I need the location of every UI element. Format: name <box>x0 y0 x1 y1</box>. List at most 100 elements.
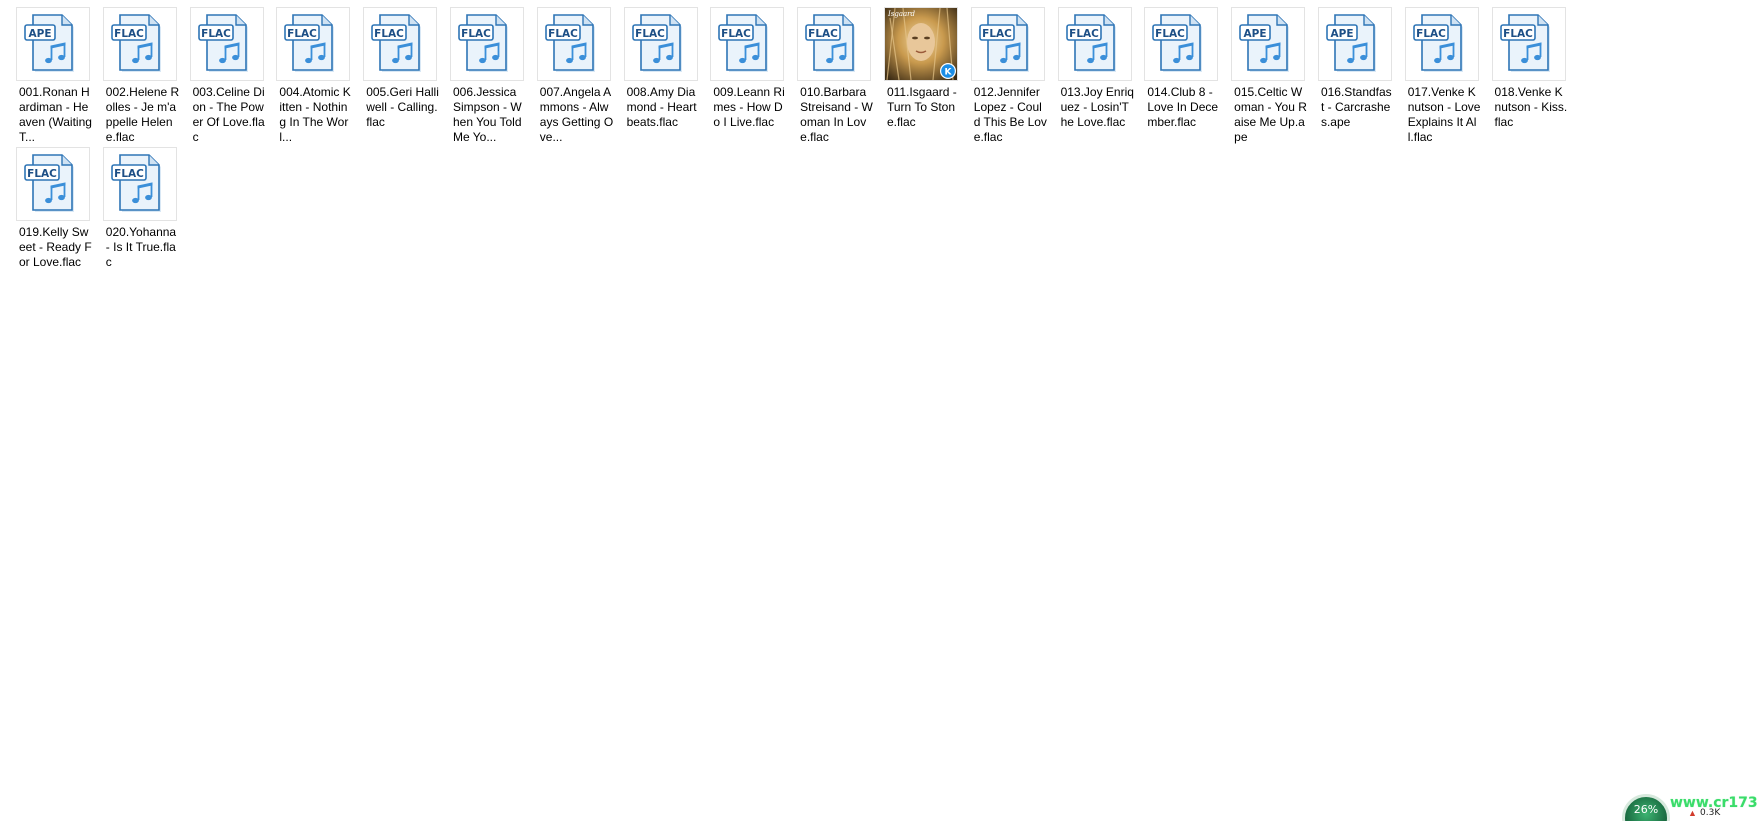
file-thumbnail[interactable]: FLAC <box>276 7 351 81</box>
file-thumbnail[interactable]: FLAC <box>363 7 438 81</box>
file-type-label: FLAC <box>722 28 752 40</box>
file-item[interactable]: FLAC 007.Angela Ammons - Always Getting O… <box>536 7 622 147</box>
file-item[interactable]: FLAC 014.Club 8 - Love In December.flac <box>1143 7 1229 147</box>
file-type-label: FLAC <box>461 28 491 40</box>
file-thumbnail[interactable]: FLAC <box>1057 7 1132 81</box>
file-thumbnail[interactable]: FLAC <box>536 7 611 81</box>
flac-file-icon: FLAC <box>1152 14 1203 72</box>
file-item[interactable]: Isgaard K 011.Isgaard - Turn To Stone.flac <box>883 7 969 147</box>
file-thumbnail[interactable]: FLAC <box>1144 7 1219 81</box>
file-type-label: FLAC <box>201 28 231 40</box>
svg-text:K: K <box>944 68 952 78</box>
file-type-label: FLAC <box>114 168 144 180</box>
file-type-label: FLAC <box>114 28 144 40</box>
memory-gauge-icon[interactable]: 26% <box>1622 794 1670 821</box>
file-type-label: FLAC <box>374 28 404 40</box>
file-name-label[interactable]: 010.Barbara Streisand - Woman In Love.fl… <box>796 85 878 145</box>
file-type-label: FLAC <box>1156 28 1186 40</box>
file-explorer-view: APE 001.Ronan Hardiman - Heaven (Waiting … <box>0 0 1758 821</box>
file-item[interactable]: FLAC 004.Atomic Kitten - Nothing In The W… <box>275 7 361 147</box>
flac-file-icon: FLAC <box>110 154 161 212</box>
file-thumbnail[interactable]: APE <box>16 7 90 81</box>
file-item[interactable]: FLAC 013.Joy Enriquez - Losin'The Love.fl… <box>1057 7 1143 147</box>
file-item[interactable]: FLAC 005.Geri Halliwell - Calling.flac <box>362 7 448 147</box>
file-name-label[interactable]: 015.Celtic Woman - You Raise Me Up.ape <box>1230 85 1312 145</box>
file-type-label: FLAC <box>1416 28 1446 40</box>
flac-file-icon: FLAC <box>1065 14 1116 72</box>
file-item[interactable]: FLAC 010.Barbara Streisand - Woman In Lov… <box>796 7 882 147</box>
file-type-label: FLAC <box>548 28 578 40</box>
flac-file-icon: FLAC <box>1499 14 1550 72</box>
file-thumbnail[interactable]: FLAC <box>449 7 524 81</box>
album-cover-image: Isgaard K <box>884 8 957 80</box>
flac-file-icon: FLAC <box>284 14 335 72</box>
file-thumbnail[interactable]: APE <box>1317 7 1392 81</box>
file-thumbnail[interactable]: FLAC <box>102 147 177 221</box>
file-name-label[interactable]: 007.Angela Ammons - Always Getting Ove..… <box>536 85 618 145</box>
flac-file-icon: FLAC <box>978 14 1029 72</box>
flac-file-icon: FLAC <box>24 154 74 212</box>
flac-file-icon: FLAC <box>718 14 769 72</box>
file-thumbnail[interactable]: FLAC <box>102 7 177 81</box>
file-type-label: FLAC <box>808 28 838 40</box>
site-watermark: www.cr173.com <box>1670 795 1758 811</box>
file-item[interactable]: FLAC 003.Celine Dion - The Power Of Love.… <box>189 7 275 147</box>
file-item[interactable]: APE 015.Celtic Woman - You Raise Me Up.ap… <box>1230 7 1316 147</box>
file-name-label[interactable]: 020.Yohanna - Is It True.flac <box>102 225 184 270</box>
file-thumbnail[interactable]: APE <box>1231 7 1306 81</box>
file-type-label: APE <box>1244 28 1267 40</box>
file-name-label[interactable]: 002.Helene Rolles - Je m'appelle Helene.… <box>102 85 184 145</box>
file-name-label[interactable]: 004.Atomic Kitten - Nothing In The Worl.… <box>275 85 357 145</box>
file-item[interactable]: FLAC 009.Leann Rimes - How Do I Live.flac <box>709 7 795 147</box>
file-name-label[interactable]: 008.Amy Diamond - Heartbeats.flac <box>623 85 705 130</box>
file-item[interactable]: FLAC 002.Helene Rolles - Je m'appelle Hel… <box>102 7 188 147</box>
file-item[interactable]: FLAC 018.Venke Knutson - Kiss.flac <box>1491 7 1577 147</box>
file-name-label[interactable]: 013.Joy Enriquez - Losin'The Love.flac <box>1057 85 1139 130</box>
file-item[interactable]: FLAC 012.Jennifer Lopez - Could This Be L… <box>970 7 1056 147</box>
flac-file-icon: FLAC <box>631 14 682 72</box>
file-name-label[interactable]: 003.Celine Dion - The Power Of Love.flac <box>189 85 271 145</box>
file-type-label: FLAC <box>27 168 57 180</box>
ape-file-icon: APE <box>24 14 74 72</box>
file-thumbnail[interactable]: FLAC <box>1404 7 1479 81</box>
gauge-percent: 26% <box>1633 803 1659 816</box>
file-name-label[interactable]: 014.Club 8 - Love In December.flac <box>1143 85 1225 130</box>
ape-file-icon: APE <box>1326 14 1376 72</box>
file-thumbnail[interactable]: FLAC <box>797 7 872 81</box>
file-item[interactable]: APE 001.Ronan Hardiman - Heaven (Waiting … <box>15 7 101 147</box>
file-type-label: APE <box>1330 28 1353 40</box>
file-item[interactable]: FLAC 017.Venke Knutson - Love Explains It… <box>1404 7 1490 147</box>
ape-file-icon: APE <box>1239 14 1290 72</box>
floating-speed-widget[interactable]: 26% ▲ 0.3K www.cr173.com <box>1610 794 1758 821</box>
file-name-label[interactable]: 018.Venke Knutson - Kiss.flac <box>1491 85 1573 130</box>
file-item[interactable]: FLAC 019.Kelly Sweet - Ready For Love.fla… <box>15 147 101 287</box>
file-name-label[interactable]: 019.Kelly Sweet - Ready For Love.flac <box>15 225 97 270</box>
file-item[interactable]: FLAC 020.Yohanna - Is It True.flac <box>102 147 188 287</box>
file-name-label[interactable]: 017.Venke Knutson - Love Explains It All… <box>1404 85 1486 145</box>
file-grid: APE 001.Ronan Hardiman - Heaven (Waiting … <box>15 7 1755 287</box>
file-name-label[interactable]: 011.Isgaard - Turn To Stone.flac <box>883 85 965 130</box>
file-thumbnail[interactable]: FLAC <box>16 147 90 221</box>
file-name-label[interactable]: 001.Ronan Hardiman - Heaven (Waiting T..… <box>15 85 97 145</box>
file-item[interactable]: APE 016.Standfast - Carcrashes.ape <box>1317 7 1403 147</box>
file-type-label: FLAC <box>288 28 318 40</box>
kugou-badge-icon: K <box>939 63 956 79</box>
file-thumbnail[interactable]: Isgaard K <box>883 7 958 81</box>
file-thumbnail[interactable]: FLAC <box>189 7 264 81</box>
file-type-label: FLAC <box>982 28 1012 40</box>
file-thumbnail[interactable]: FLAC <box>623 7 698 81</box>
file-type-label: APE <box>29 28 52 40</box>
flac-file-icon: FLAC <box>110 14 161 72</box>
file-thumbnail[interactable]: FLAC <box>710 7 785 81</box>
file-name-label[interactable]: 016.Standfast - Carcrashes.ape <box>1317 85 1399 130</box>
file-thumbnail[interactable]: FLAC <box>1491 7 1566 81</box>
file-item[interactable]: FLAC 008.Amy Diamond - Heartbeats.flac <box>623 7 709 147</box>
file-thumbnail[interactable]: FLAC <box>970 7 1045 81</box>
file-name-label[interactable]: 012.Jennifer Lopez - Could This Be Love.… <box>970 85 1052 145</box>
file-name-label[interactable]: 009.Leann Rimes - How Do I Live.flac <box>709 85 791 130</box>
flac-file-icon: FLAC <box>458 14 508 72</box>
file-name-label[interactable]: 005.Geri Halliwell - Calling.flac <box>362 85 444 130</box>
file-item[interactable]: FLAC 006.Jessica Simpson - When You Told … <box>449 7 535 147</box>
file-name-label[interactable]: 006.Jessica Simpson - When You Told Me Y… <box>449 85 531 145</box>
file-type-label: FLAC <box>635 28 665 40</box>
